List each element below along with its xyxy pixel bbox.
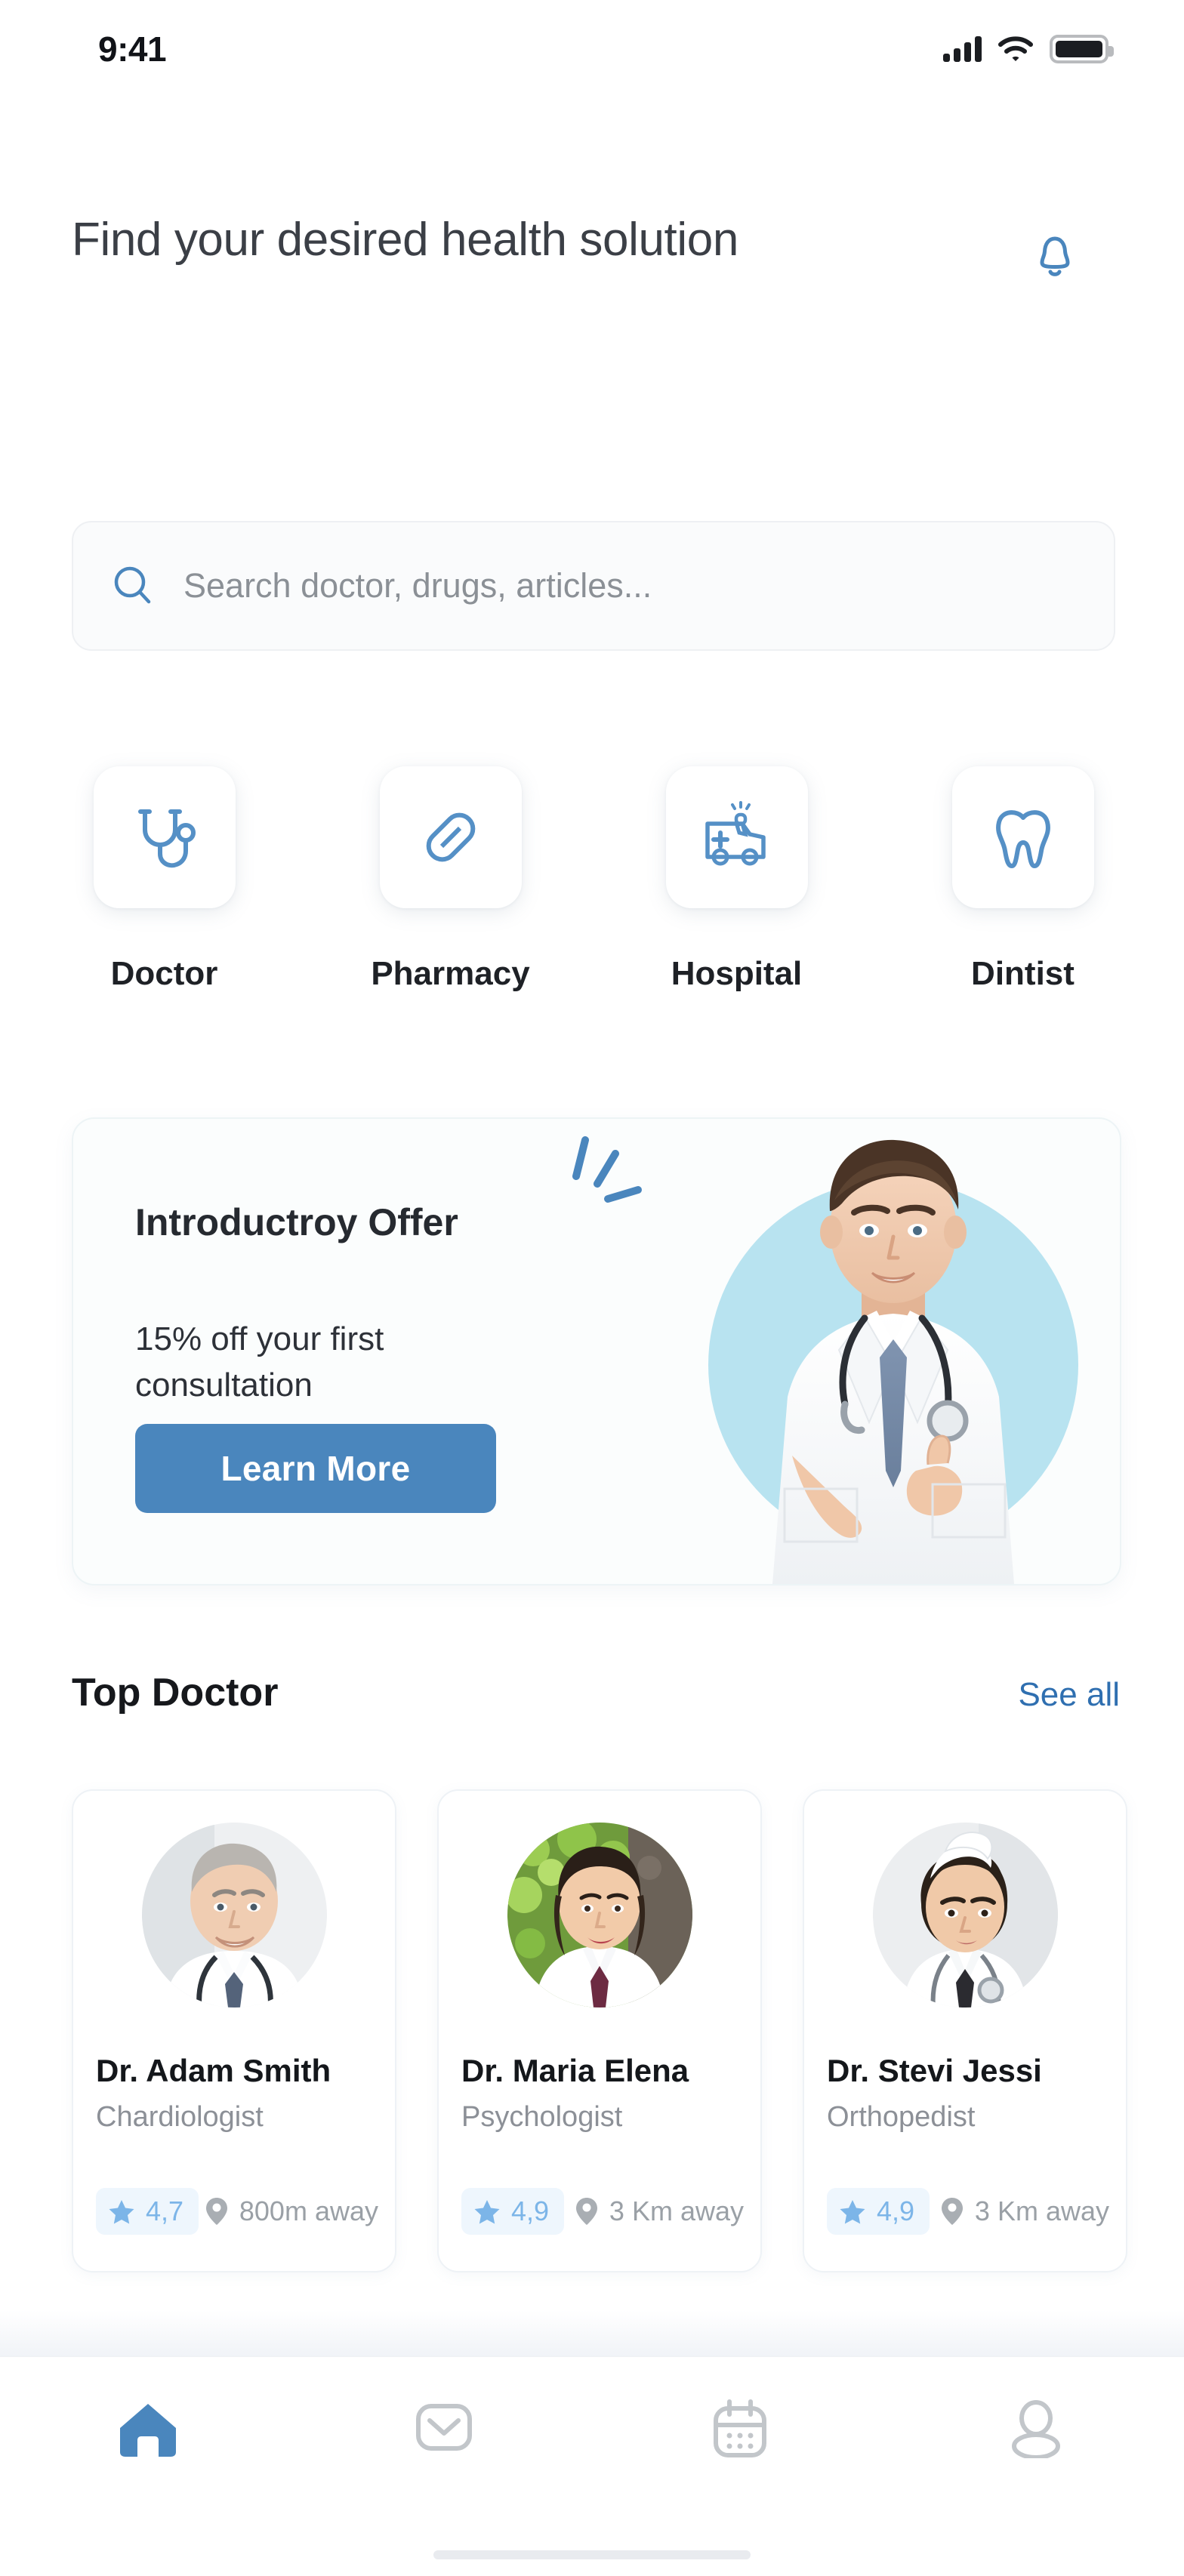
doctor-specialty: Orthopedist bbox=[827, 2101, 976, 2133]
battery-full-icon bbox=[1050, 35, 1114, 63]
doctor-specialty: Chardiologist bbox=[96, 2101, 264, 2133]
search-icon bbox=[114, 566, 151, 604]
nav-item-messages[interactable] bbox=[296, 2399, 592, 2455]
category-hospital-label: Hospital bbox=[671, 955, 803, 992]
category-pharmacy-label: Pharmacy bbox=[371, 955, 530, 992]
category-doctor[interactable]: Doctor bbox=[72, 766, 257, 993]
category-hospital[interactable]: Hospital bbox=[644, 766, 829, 993]
rating-badge: 4,9 bbox=[827, 2188, 930, 2235]
star-icon bbox=[840, 2200, 865, 2224]
distance-value: 3 Km away bbox=[609, 2195, 744, 2226]
promo-banner[interactable]: Introductroy Offer 15% off your first co… bbox=[72, 1117, 1121, 1585]
stethoscope-icon bbox=[137, 809, 196, 868]
page-title: Find your desired health solution bbox=[72, 214, 738, 266]
doctor-card[interactable]: Dr. Stevi Jessi Orthopedist 4,9 3 Km awa… bbox=[803, 1789, 1127, 2272]
doctor-card-list: Dr. Adam Smith Chardiologist 4,7 800m aw… bbox=[72, 1789, 1129, 2272]
section-title: Top Doctor bbox=[72, 1671, 279, 1715]
category-list: Doctor Pharmacy Hospital Dintist bbox=[72, 766, 1115, 993]
nav-item-profile[interactable] bbox=[888, 2399, 1184, 2458]
star-icon bbox=[109, 2200, 134, 2224]
doctor-name: Dr. Adam Smith bbox=[96, 2053, 331, 2088]
promo-doctor-photo bbox=[708, 1139, 1078, 1584]
doctor-meta: 4,9 3 Km away bbox=[461, 2188, 744, 2235]
location-pin-icon bbox=[941, 2198, 963, 2225]
search-input[interactable]: Search doctor, drugs, articles... bbox=[72, 521, 1115, 651]
avatar bbox=[141, 1823, 327, 2007]
see-all-link[interactable]: See all bbox=[1018, 1676, 1120, 1714]
rating-value: 4,9 bbox=[877, 2195, 915, 2226]
category-doctor-tile[interactable] bbox=[93, 766, 236, 908]
tooth-icon bbox=[995, 810, 1050, 868]
distance-value: 3 Km away bbox=[974, 2195, 1109, 2226]
rating-badge: 4,7 bbox=[96, 2188, 199, 2235]
distance-value: 800m away bbox=[239, 2195, 378, 2226]
bell-icon bbox=[1040, 236, 1070, 276]
doctor-name: Dr. Stevi Jessi bbox=[827, 2053, 1042, 2088]
cellular-signal-icon bbox=[943, 36, 982, 62]
bottom-navigation bbox=[0, 2356, 1184, 2576]
category-doctor-label: Doctor bbox=[110, 955, 218, 992]
rating-value: 4,9 bbox=[511, 2195, 550, 2226]
home-icon bbox=[120, 2404, 176, 2457]
home-indicator bbox=[433, 2550, 751, 2559]
notification-button[interactable] bbox=[1031, 230, 1078, 285]
doctor-card[interactable]: Dr. Adam Smith Chardiologist 4,7 800m aw… bbox=[72, 1789, 396, 2272]
avatar bbox=[872, 1823, 1058, 2007]
learn-more-button[interactable]: Learn More bbox=[135, 1424, 496, 1513]
top-doctor-section-header: Top Doctor See all bbox=[72, 1670, 1120, 1715]
envelope-icon bbox=[416, 2404, 472, 2451]
rating-value: 4,7 bbox=[146, 2195, 184, 2226]
category-dentist-label: Dintist bbox=[971, 955, 1075, 992]
promo-subtitle: 15% off your first consultation bbox=[135, 1320, 384, 1404]
distance-info: 3 Km away bbox=[575, 2195, 744, 2227]
category-pharmacy[interactable]: Pharmacy bbox=[358, 766, 543, 993]
search-placeholder-text: Search doctor, drugs, articles... bbox=[183, 566, 652, 605]
distance-info: 3 Km away bbox=[940, 2195, 1109, 2227]
status-indicators bbox=[943, 35, 1114, 63]
category-hospital-tile[interactable] bbox=[665, 766, 808, 908]
promo-title: Introductroy Offer bbox=[135, 1201, 458, 1243]
doctor-meta: 4,9 3 Km away bbox=[827, 2188, 1109, 2235]
nav-item-calendar[interactable] bbox=[592, 2399, 888, 2460]
app-screen: 9:41 Find your desired health solution S… bbox=[0, 0, 1184, 2576]
ambulance-icon bbox=[705, 801, 766, 866]
distance-info: 800m away bbox=[205, 2195, 378, 2227]
category-pharmacy-tile[interactable] bbox=[379, 766, 522, 908]
doctor-card[interactable]: Dr. Maria Elena Psychologist 4,9 3 Km aw… bbox=[437, 1789, 762, 2272]
doctor-name: Dr. Maria Elena bbox=[461, 2053, 689, 2088]
scroll-fade bbox=[0, 2310, 1184, 2357]
rating-badge: 4,9 bbox=[461, 2188, 565, 2235]
location-pin-icon bbox=[205, 2198, 227, 2225]
doctor-specialty: Psychologist bbox=[461, 2101, 623, 2133]
star-icon bbox=[474, 2200, 500, 2224]
avatar bbox=[507, 1823, 692, 2007]
pill-capsule-icon bbox=[426, 812, 475, 862]
wifi-icon bbox=[998, 36, 1033, 61]
nav-item-home[interactable] bbox=[0, 2399, 296, 2458]
status-time: 9:41 bbox=[98, 29, 167, 69]
calendar-icon bbox=[714, 2399, 766, 2457]
location-pin-icon bbox=[575, 2198, 597, 2225]
page-header: Find your desired health solution bbox=[0, 211, 1184, 285]
doctor-meta: 4,7 800m away bbox=[96, 2188, 378, 2235]
person-icon bbox=[1012, 2400, 1060, 2458]
status-bar: 9:41 bbox=[0, 0, 1184, 98]
category-dentist[interactable]: Dintist bbox=[930, 766, 1115, 993]
category-dentist-tile[interactable] bbox=[951, 766, 1094, 908]
